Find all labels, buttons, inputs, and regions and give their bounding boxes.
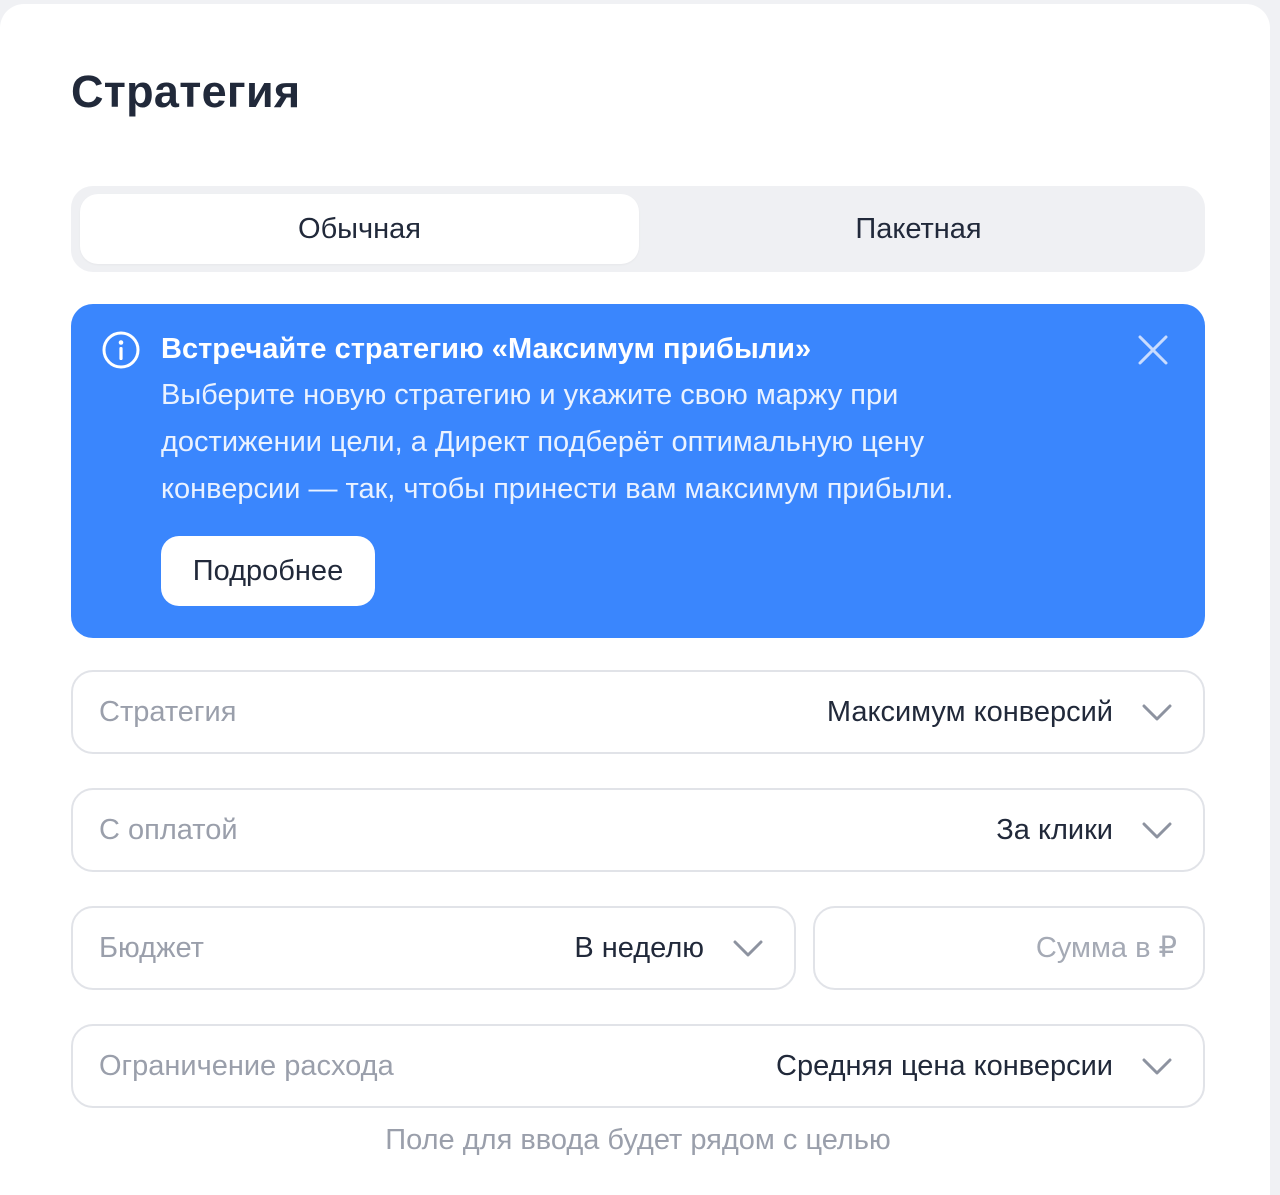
- promo-text-line: Выберите новую стратегию и укажите свою …: [161, 379, 899, 411]
- payment-label: С оплатой: [99, 814, 238, 846]
- chevron-down-icon: [1142, 1058, 1172, 1075]
- spend-limit-select[interactable]: Ограничение расхода Средняя цена конверс…: [71, 1024, 1205, 1108]
- budget-period-select[interactable]: Бюджет В неделю: [71, 906, 796, 990]
- strategy-card: Стратегия Обычная Пакетная Встречайте ст…: [0, 4, 1270, 1195]
- spend-limit-hint: Поле для ввода будет рядом с целью: [385, 1124, 891, 1156]
- promo-text: Выберите новую стратегию и укажите свою …: [161, 372, 1061, 513]
- strategy-select[interactable]: Стратегия Максимум конверсий: [71, 670, 1205, 754]
- chevron-down-icon: [733, 940, 763, 957]
- promo-banner: Встречайте стратегию «Максимум прибыли» …: [71, 304, 1205, 638]
- info-icon: [102, 331, 140, 369]
- budget-label: Бюджет: [99, 932, 204, 964]
- strategy-value: Максимум конверсий: [826, 696, 1113, 728]
- promo-title: Встречайте стратегию «Максимум прибыли»: [161, 333, 812, 365]
- spend-limit-label: Ограничение расхода: [99, 1050, 394, 1082]
- payment-select[interactable]: С оплатой За клики: [71, 788, 1205, 872]
- strategy-label: Стратегия: [99, 696, 237, 728]
- chevron-down-icon: [1142, 822, 1172, 839]
- spend-limit-value: Средняя цена конверсии: [776, 1050, 1113, 1082]
- payment-value: За клики: [996, 814, 1113, 846]
- page-title: Стратегия: [71, 66, 301, 117]
- chevron-down-icon: [1142, 704, 1172, 721]
- budget-amount-input[interactable]: [813, 906, 1205, 990]
- close-icon[interactable]: [1133, 330, 1173, 370]
- tab-regular[interactable]: Обычная: [80, 194, 639, 264]
- strategy-type-switch: Обычная Пакетная: [71, 186, 1205, 272]
- promo-text-line: конверсии — так, чтобы принести вам макс…: [161, 473, 954, 505]
- tab-package[interactable]: Пакетная: [639, 194, 1198, 264]
- learn-more-button[interactable]: Подробнее: [161, 536, 375, 606]
- budget-value: В неделю: [574, 932, 704, 964]
- promo-text-line: достижении цели, а Директ подберёт оптим…: [161, 426, 925, 458]
